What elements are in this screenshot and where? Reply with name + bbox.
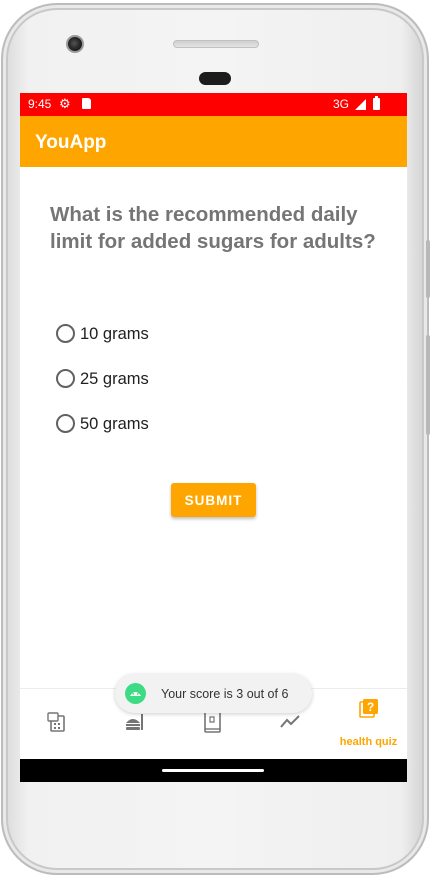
option-25-grams[interactable]: 25 grams xyxy=(54,366,254,394)
home-gesture-pill[interactable] xyxy=(162,769,264,772)
recipe-book-icon xyxy=(204,711,221,733)
option-label: 10 grams xyxy=(80,325,149,343)
settings-gear-icon: ⚙ xyxy=(59,96,71,111)
nav-item-health-quiz[interactable]: ? health quiz xyxy=(330,689,407,760)
status-bar: 9:45 ⚙ 3G xyxy=(20,93,407,116)
app-bar: YouApp xyxy=(20,116,407,167)
app-title: YouApp xyxy=(35,132,107,153)
network-type: 3G xyxy=(333,97,350,111)
svg-text:?: ? xyxy=(367,700,374,714)
nav-label: health quiz xyxy=(339,736,398,748)
option-10-grams[interactable]: 10 grams xyxy=(54,321,254,349)
calculator-icon xyxy=(47,712,65,732)
quiz-question: What is the recommended daily limit for … xyxy=(50,203,376,253)
option-label: 25 grams xyxy=(80,370,149,388)
quiz-icon: ? xyxy=(359,699,378,718)
battery-icon xyxy=(373,96,380,110)
proximity-sensor xyxy=(199,72,231,85)
screen: 9:45 ⚙ 3G YouApp What is the recommended… xyxy=(20,93,407,782)
food-icon xyxy=(126,714,143,730)
front-camera xyxy=(66,35,84,53)
volume-button xyxy=(426,240,430,298)
radio-button[interactable] xyxy=(56,414,75,433)
signal-icon xyxy=(355,99,366,110)
trending-icon xyxy=(280,715,300,728)
score-toast: Your score is 3 out of 6 xyxy=(115,674,312,713)
sd-card-icon xyxy=(82,98,91,109)
power-button xyxy=(426,335,430,435)
option-label: 50 grams xyxy=(80,415,149,433)
device-frame: 9:45 ⚙ 3G YouApp What is the recommended… xyxy=(1,3,430,875)
option-50-grams[interactable]: 50 grams xyxy=(54,411,254,439)
system-navigation-bar xyxy=(20,759,407,782)
nav-item-calculator[interactable] xyxy=(20,689,97,760)
submit-button[interactable]: SUBMIT xyxy=(171,483,256,517)
android-icon xyxy=(125,683,146,704)
radio-button[interactable] xyxy=(56,369,75,388)
earpiece-speaker xyxy=(173,40,259,48)
radio-button[interactable] xyxy=(56,324,75,343)
toast-message: Your score is 3 out of 6 xyxy=(161,687,289,701)
status-time: 9:45 xyxy=(28,97,52,111)
